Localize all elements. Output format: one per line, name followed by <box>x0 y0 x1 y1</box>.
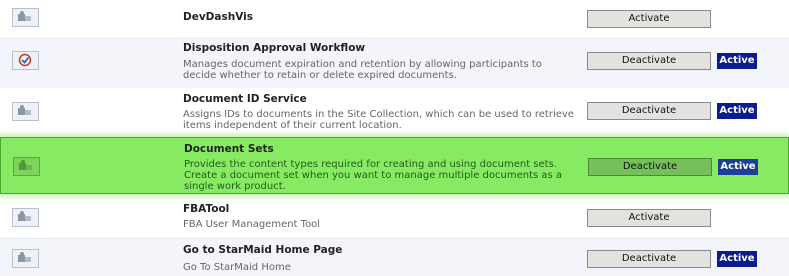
feature-puzzle-icon <box>12 8 39 27</box>
activate-button[interactable]: Activate <box>587 10 711 28</box>
feature-puzzle-icon <box>12 102 39 121</box>
deactivate-button[interactable]: Deactivate <box>587 250 711 268</box>
feature-description: Assigns IDs to documents in the Site Col… <box>183 109 574 131</box>
feature-description: FBA User Management Tool <box>183 219 321 230</box>
feature-title: FBATool <box>183 203 230 215</box>
active-status-badge: Active <box>717 103 757 119</box>
active-status-badge: Active <box>718 159 758 175</box>
feature-row-disposition-approval-workflow: Disposition Approval Workflow Manages do… <box>0 37 789 88</box>
feature-title: Disposition Approval Workflow <box>183 42 366 54</box>
feature-title: Go to StarMaid Home Page <box>183 244 343 256</box>
deactivate-button[interactable]: Deactivate <box>588 158 712 176</box>
feature-title: Document ID Service <box>183 93 307 105</box>
active-status-badge: Active <box>717 53 757 69</box>
feature-title: Document Sets <box>184 143 274 155</box>
active-status-badge: Active <box>717 251 757 267</box>
feature-description: Manages document expiration and retentio… <box>183 59 542 81</box>
feature-description: Provides the content types required for … <box>184 159 563 192</box>
deactivate-button[interactable]: Deactivate <box>587 52 711 70</box>
deactivate-button[interactable]: Deactivate <box>587 102 711 120</box>
feature-checkmark-icon <box>12 51 39 70</box>
row-divider <box>0 238 789 239</box>
feature-row-fbatool: FBATool FBA User Management Tool Activat… <box>0 197 789 237</box>
feature-puzzle-icon <box>13 157 40 176</box>
feature-row-go-to-starmaid-home-page: Go to StarMaid Home Page Go To StarMaid … <box>0 238 789 276</box>
feature-title: DevDashVis <box>183 11 253 23</box>
feature-row-document-id-service: Document ID Service Assigns IDs to docum… <box>0 88 789 136</box>
activate-button[interactable]: Activate <box>587 209 711 227</box>
feature-row-document-sets: Document Sets Provides the content types… <box>0 137 789 194</box>
feature-description: Go To StarMaid Home <box>183 262 291 273</box>
feature-puzzle-icon <box>12 249 39 268</box>
feature-row-devdashvis: DevDashVis Activate <box>0 0 789 37</box>
feature-puzzle-icon <box>12 208 39 227</box>
